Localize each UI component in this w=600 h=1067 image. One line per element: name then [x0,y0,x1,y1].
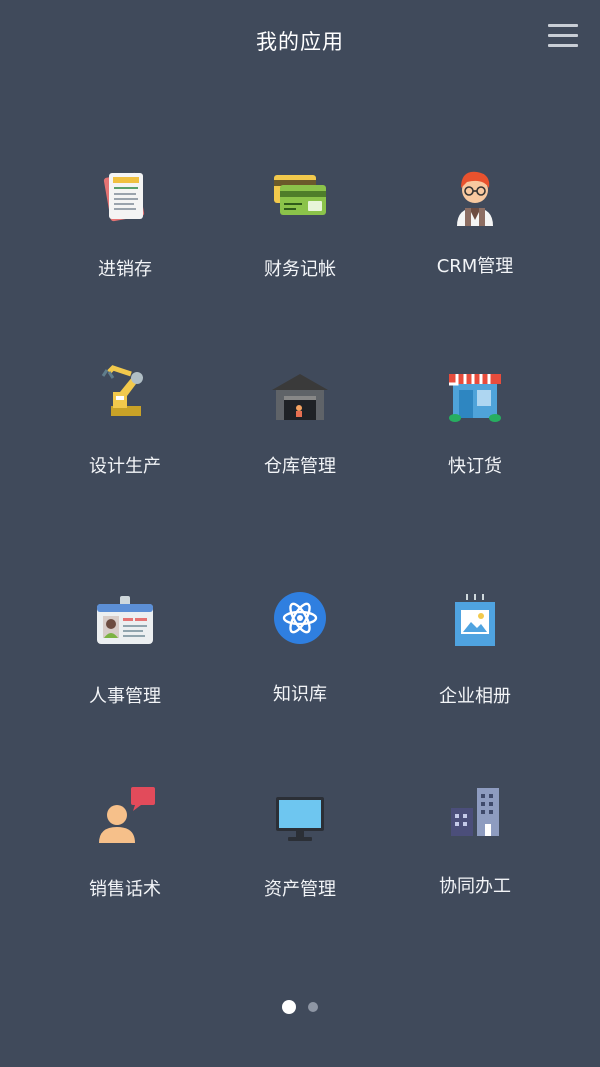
app-crm[interactable]: CRM管理 [395,160,555,278]
app-assets[interactable]: 资产管理 [220,785,380,901]
header: 我的应用 [0,0,600,80]
page-title: 我的应用 [256,30,344,54]
app-label: 企业相册 [439,686,511,707]
app-album[interactable]: 企业相册 [395,592,555,708]
storefront-icon [449,374,501,422]
app-hr[interactable]: 人事管理 [45,592,205,708]
atom-icon [274,592,326,644]
buildings-icon [451,788,499,836]
id-badge-icon [97,596,153,644]
app-jinxiaocun[interactable]: 进销存 [45,165,205,281]
app-kuaidinghuo[interactable]: 快订货 [395,362,555,478]
app-label: CRM管理 [436,256,514,277]
app-label: 资产管理 [264,879,336,900]
order-document-icon [103,172,145,222]
app-label: 知识库 [273,684,327,705]
page-dot-inactive[interactable] [308,1001,318,1012]
menu-icon[interactable] [548,24,578,48]
speaking-person-icon [99,787,155,843]
person-glasses-icon [457,171,493,226]
app-sales-script[interactable]: 销售话术 [45,785,205,901]
picture-frame-icon [455,594,495,646]
app-label: 销售话术 [89,879,161,900]
app-label: 进销存 [98,259,152,280]
page-dot-active[interactable] [282,999,296,1014]
warehouse-icon [272,374,328,420]
app-design-production[interactable]: 设计生产 [45,362,205,478]
app-label: 协同办工 [439,876,511,897]
app-collaboration[interactable]: 协同办工 [395,782,555,898]
app-label: 设计生产 [89,456,161,477]
app-label: 人事管理 [89,686,161,707]
app-knowledge[interactable]: 知识库 [220,590,380,706]
app-caiwu[interactable]: 财务记帐 [220,165,380,281]
credit-card-icon [274,175,326,215]
app-label: 财务记帐 [264,259,336,280]
monitor-icon [276,797,324,841]
app-label: 快订货 [448,456,502,477]
robot-arm-icon [101,365,143,416]
page-indicator [0,996,600,1014]
app-warehouse[interactable]: 仓库管理 [220,362,380,478]
app-label: 仓库管理 [264,456,336,477]
